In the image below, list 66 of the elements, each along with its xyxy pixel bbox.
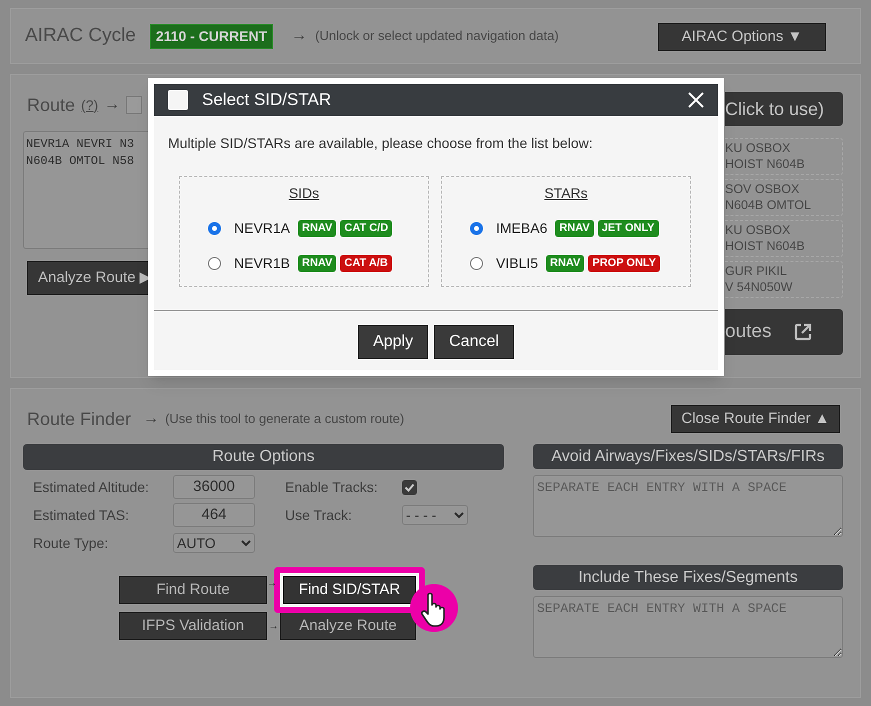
dialog-button[interactable]: Cancel	[434, 325, 514, 359]
panel-title: Route Finder	[27, 408, 132, 430]
section-header: Include These Fixes/Segments	[533, 565, 843, 590]
dropdown[interactable]: - - - -	[402, 505, 468, 525]
radio-button[interactable]	[470, 257, 483, 270]
text-area[interactable]: SEPARATE EACH ENTRY WITH A SPACE	[533, 596, 843, 658]
window-icon	[168, 90, 188, 110]
hint-text: (Use this tool to generate a custom route)	[165, 410, 404, 428]
group-title: SIDs	[288, 184, 320, 203]
tag: CAT A/B	[340, 255, 392, 272]
route-suggestion[interactable]: KU OSBOX HOIST N604B	[725, 220, 843, 257]
field-label: Estimated TAS:	[33, 506, 130, 524]
input-field[interactable]: 36000	[173, 475, 255, 499]
dropdown[interactable]: AUTO	[173, 533, 255, 553]
checkbox[interactable]	[402, 480, 417, 494]
section-header: Route Options	[23, 444, 504, 470]
header-button[interactable]: Click to use)	[725, 92, 843, 126]
routes-button[interactable]: outes	[725, 309, 843, 355]
section-header: Avoid Airways/Fixes/SIDs/STARs/FIRs	[533, 444, 843, 469]
option-label: VIBLI5	[496, 254, 538, 273]
group-title: STARs	[544, 184, 588, 203]
field-label: Estimated Altitude:	[33, 478, 150, 496]
tag: RNAV	[555, 220, 594, 237]
external-link-icon	[793, 322, 814, 342]
route-text-area[interactable]: NEVR1A NEVRI N3 N604B OMTOL N58	[23, 131, 149, 249]
close-route-finder-button[interactable]: Close Route Finder ▲	[671, 405, 840, 433]
radio-button[interactable]	[470, 222, 483, 235]
status-badge: 2110 - CURRENT	[150, 24, 274, 48]
route-suggestion[interactable]: SOV OSBOX N604B OMTOL	[725, 179, 843, 216]
dialog-message: Multiple SID/STARs are available, please choose from the list below:	[168, 134, 594, 153]
radio-button[interactable]	[208, 222, 221, 235]
chevron-down-icon	[454, 512, 464, 518]
route-suggestion[interactable]: KU OSBOX HOIST N604B	[725, 138, 843, 175]
find-sid-star-button[interactable]: Find SID/STAR	[283, 576, 416, 604]
action-button[interactable]: Analyze Route	[280, 612, 416, 640]
input-field[interactable]	[126, 96, 142, 114]
action-button[interactable]: IFPS Validation	[119, 612, 267, 640]
option-label: NEVR1B	[234, 254, 290, 273]
tag: CAT C/D	[340, 220, 392, 237]
panel-title: Route	[27, 94, 76, 116]
hint-text: (Unlock or select updated navigation data)	[315, 27, 559, 46]
dialog-button[interactable]: Apply	[358, 325, 428, 359]
option-label: IMEBA6	[496, 219, 548, 238]
tag: RNAV	[298, 255, 336, 272]
field-label: Route Type:	[33, 534, 110, 553]
route-suggestion[interactable]: GUR PIKIL V 54N050W	[725, 261, 843, 298]
tag: PROP ONLY	[588, 255, 660, 272]
action-button[interactable]: Find Route	[119, 576, 267, 604]
tag: RNAV	[546, 255, 584, 272]
input-field[interactable]: 464	[173, 503, 255, 527]
option-label: NEVR1A	[234, 219, 290, 238]
tag: JET ONLY	[598, 220, 658, 237]
close-icon[interactable]	[688, 92, 704, 108]
tag: RNAV	[298, 220, 336, 237]
chevron-down-icon	[241, 540, 251, 546]
airac-options-button[interactable]: AIRAC Options ▼	[658, 23, 826, 51]
field-label: Use Track:	[285, 506, 353, 524]
dialog-title: Select SID/STAR	[202, 89, 332, 112]
panel-title: AIRAC Cycle	[25, 24, 136, 48]
radio-button[interactable]	[208, 257, 221, 270]
arrow-glyph: →	[104, 95, 120, 115]
arrow-glyph: →	[291, 26, 308, 46]
field-label: Enable Tracks:	[285, 478, 379, 496]
arrow-glyph: →	[268, 620, 280, 634]
text-area[interactable]: SEPARATE EACH ENTRY WITH A SPACE	[533, 475, 843, 537]
arrow-glyph: →	[143, 409, 160, 429]
